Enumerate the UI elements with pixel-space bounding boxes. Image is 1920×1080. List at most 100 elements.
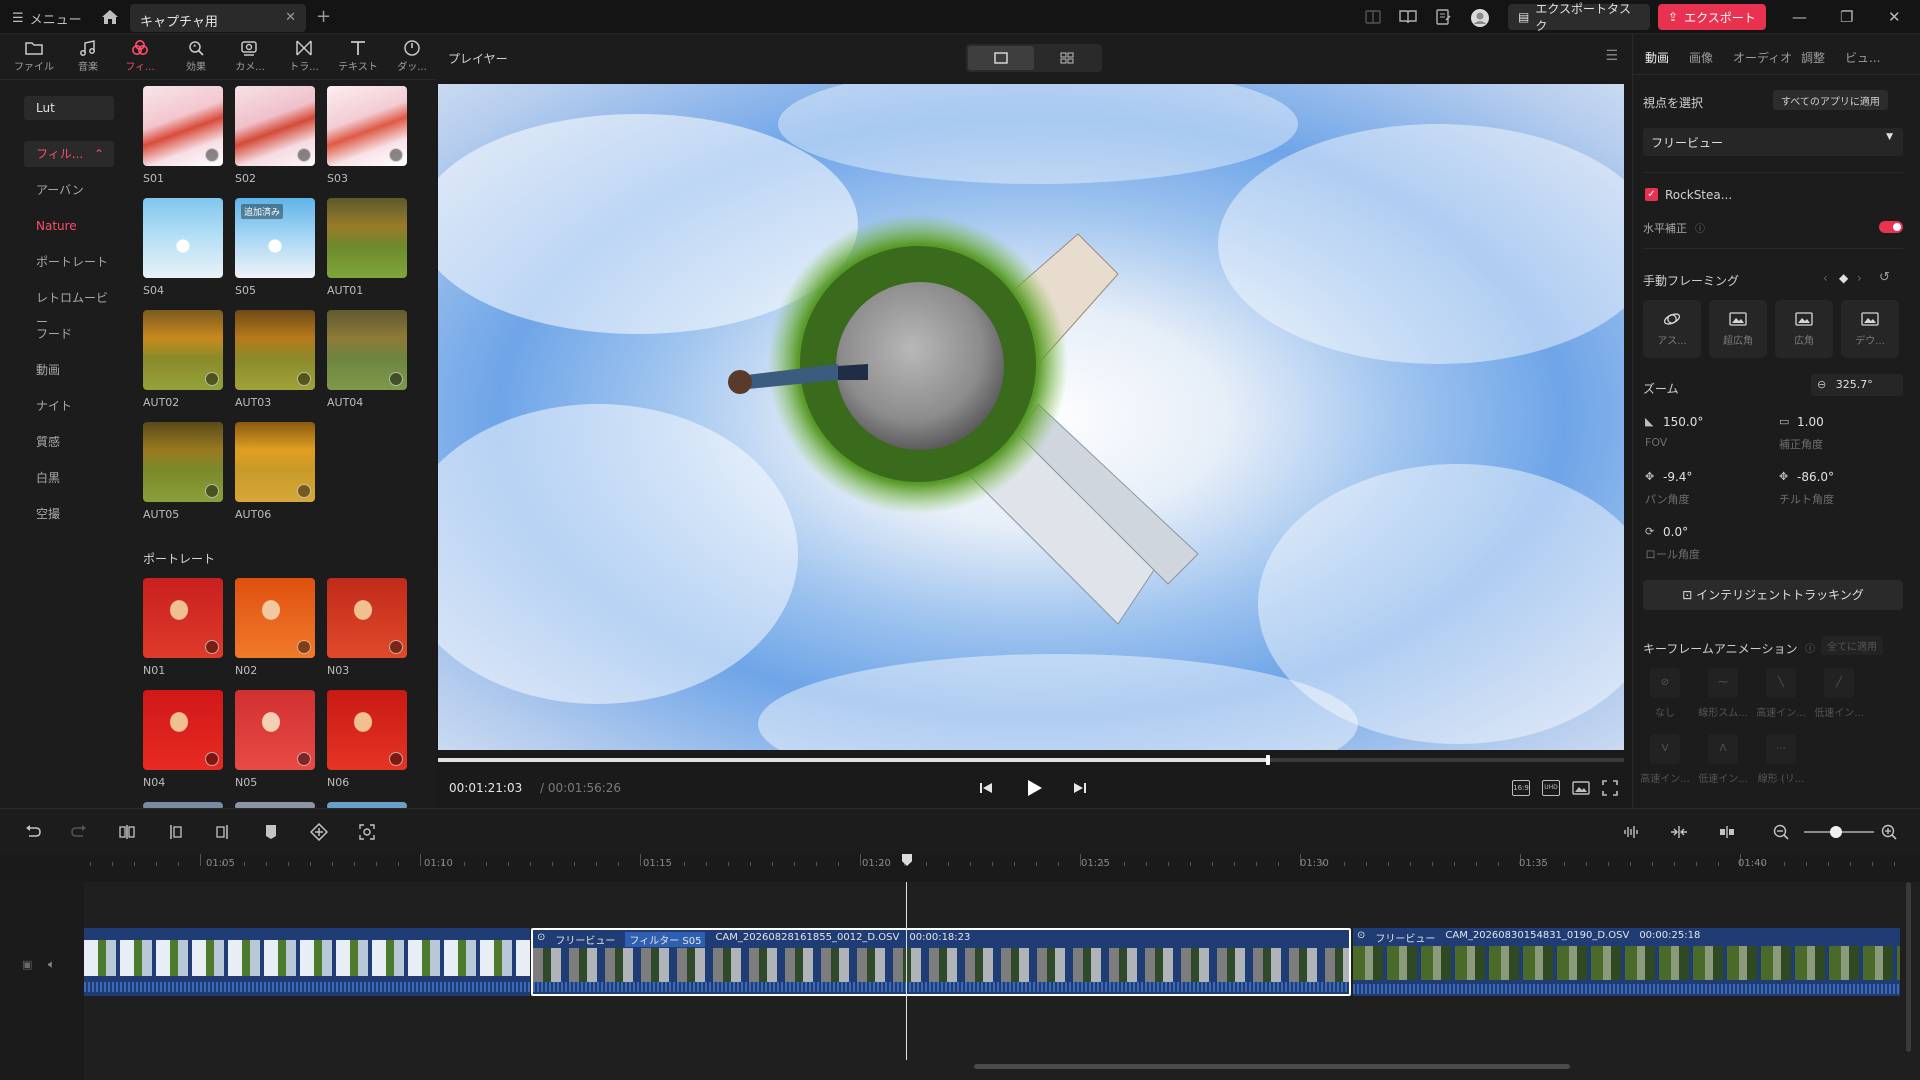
viewpoint-select[interactable]: フリービュー ▼ [1643,128,1903,156]
rocksteady-checkbox[interactable]: ✓ [1645,188,1658,201]
category-food[interactable]: フード [24,322,114,346]
filter-thumb-aut06[interactable] [235,422,315,502]
track-visibility-icon[interactable]: ▣ [22,958,32,971]
category-night[interactable]: ナイト [24,394,114,418]
tab-transition[interactable]: トラ... [280,38,328,73]
player-menu-icon[interactable]: ☰ [1605,48,1618,64]
tab-camera[interactable]: カメ... [226,38,274,73]
filter-thumb-s04[interactable] [143,198,223,278]
intelligent-tracking-button[interactable]: ⊡ インテリジェントトラッキング [1643,580,1903,610]
roll-value[interactable]: 0.0° [1663,525,1688,539]
filter-thumb-n03[interactable] [327,578,407,658]
keyframe-apply-all-button[interactable]: 全てに適用 [1821,636,1883,655]
category-retro-movie[interactable]: レトロムービー [24,286,114,329]
category-filter-group[interactable]: フィル... ⌃ [24,141,114,167]
filter-thumb-n01[interactable] [143,578,223,658]
timeline-ruler[interactable]: 01:05 01:10 01:15 01:20 01:25 01:30 01:3… [0,854,1920,882]
tab-image[interactable]: 画像 [1689,49,1713,66]
zoom-out-icon[interactable] [1772,823,1790,841]
play-icon[interactable] [1024,778,1044,798]
category-aerial[interactable]: 空撮 [24,502,114,526]
timeline-clip-selected[interactable]: ⊙ フリービュー フィルター S05 CAM_20260828161855_00… [531,928,1351,996]
filter-thumb-aut03[interactable] [235,310,315,390]
apply-all-button[interactable]: すべてのアプリに適用 [1773,90,1888,110]
filter-thumb-s02[interactable] [235,86,315,166]
framing-button-ultrawide[interactable]: 超広角 [1709,300,1767,358]
keyframe-add-icon[interactable] [310,823,328,841]
pan-value[interactable]: -9.4° [1663,470,1692,484]
easing-none[interactable]: ⊘ なし [1635,668,1695,719]
uhd-badge[interactable]: UHD [1542,780,1560,796]
volume-icon[interactable]: 🔈︎ [48,957,55,972]
notes-icon[interactable] [1434,8,1454,26]
chevron-left-icon[interactable]: ‹ [1823,271,1828,285]
framing-button-asteroid[interactable]: アス... [1643,300,1701,358]
fit-timeline-icon[interactable] [1670,823,1688,841]
tab-video[interactable]: 動画 [1645,49,1669,66]
clip-view-label[interactable]: フリービュー [555,932,615,947]
tab-view[interactable]: ビュ... [1845,49,1880,66]
keyframe-diamond-icon[interactable]: ◆ [1839,271,1848,285]
filter-thumb-aut01[interactable] [327,198,407,278]
close-tab-icon[interactable]: ✕ [285,10,296,25]
filter-thumb-n04[interactable] [143,690,223,770]
easing-linear-smooth[interactable]: ⁓ 線形スム... [1693,668,1753,719]
aspect-ratio-badge[interactable]: 16:9 [1512,780,1530,796]
category-lut[interactable]: Lut [24,96,114,120]
project-tab[interactable]: キャプチャ用 ✕ [130,4,306,32]
easing-linear[interactable]: ⋯ 線形 (リ... [1751,734,1811,785]
easing-fast-in-out[interactable]: V 高速イン... [1635,734,1695,785]
zoom-input[interactable]: ⊖ 325.7° [1811,374,1903,396]
filter-thumb-aut04[interactable] [327,310,407,390]
restore-icon[interactable]: ❐ [1840,8,1853,26]
filter-thumb-s05[interactable]: 追加済み [235,198,315,278]
book-icon[interactable] [1398,8,1418,26]
category-bw[interactable]: 白黒 [24,466,114,490]
clip-filter-label[interactable]: フィルター S05 [625,932,706,947]
timeline-clip-prev[interactable] [84,928,530,996]
category-video[interactable]: 動画 [24,358,114,382]
export-button[interactable]: ⇪ エクスポート [1658,4,1766,30]
category-texture[interactable]: 質感 [24,430,114,454]
home-icon[interactable] [100,8,122,26]
snapshot-icon[interactable] [1572,780,1590,796]
playhead-line[interactable] [906,882,907,1060]
chevron-right-icon[interactable]: › [1857,271,1862,285]
easing-fast-in[interactable]: ╲ 高速イン... [1751,668,1811,719]
framing-button-dewarp[interactable]: デウ... [1841,300,1899,358]
tab-file[interactable]: ファイル [10,38,58,73]
help-icon[interactable]: ⓘ [1805,640,1815,655]
help-icon[interactable]: ⓘ [1695,220,1705,235]
tab-filter[interactable]: フィ... [116,38,164,73]
minimize-icon[interactable]: — [1792,8,1807,26]
avatar[interactable] [1470,8,1490,27]
previous-icon[interactable] [978,780,994,796]
new-tab-icon[interactable]: + [316,6,331,27]
filter-thumb-s01[interactable] [143,86,223,166]
marker-icon[interactable] [262,823,280,841]
snap-icon[interactable] [1718,823,1736,841]
trim-end-icon[interactable] [214,823,232,841]
tracking-target-icon[interactable] [358,823,376,841]
tilt-value[interactable]: -86.0° [1797,470,1834,484]
zoom-in-icon[interactable] [1880,823,1898,841]
export-task-button[interactable]: ▤ エクスポートタスク [1508,2,1650,33]
menu-button[interactable]: ☰ メニュー [12,9,82,28]
zoom-slider-handle[interactable] [1830,826,1842,838]
split-icon[interactable] [118,823,136,841]
grid-view-button[interactable] [1034,46,1100,70]
audio-wave-icon[interactable] [1622,823,1640,841]
tab-music[interactable]: 音楽 [64,38,112,73]
zoom-slider-track[interactable] [1804,826,1874,838]
framing-button-wide[interactable]: 広角 [1775,300,1833,358]
trim-start-icon[interactable] [166,823,184,841]
easing-slow-in-out[interactable]: Λ 低速イン... [1693,734,1753,785]
tab-text[interactable]: テキスト [334,38,382,73]
filter-thumb-n06[interactable] [327,690,407,770]
fov-value[interactable]: 150.0° [1663,415,1703,429]
filter-thumb-n02[interactable] [235,578,315,658]
tab-adjust[interactable]: 調整 [1801,49,1825,66]
category-portrait[interactable]: ポートレート [24,250,114,274]
correction-value[interactable]: 1.00 [1797,415,1824,429]
timeline-scrollbar[interactable] [974,1064,1570,1069]
